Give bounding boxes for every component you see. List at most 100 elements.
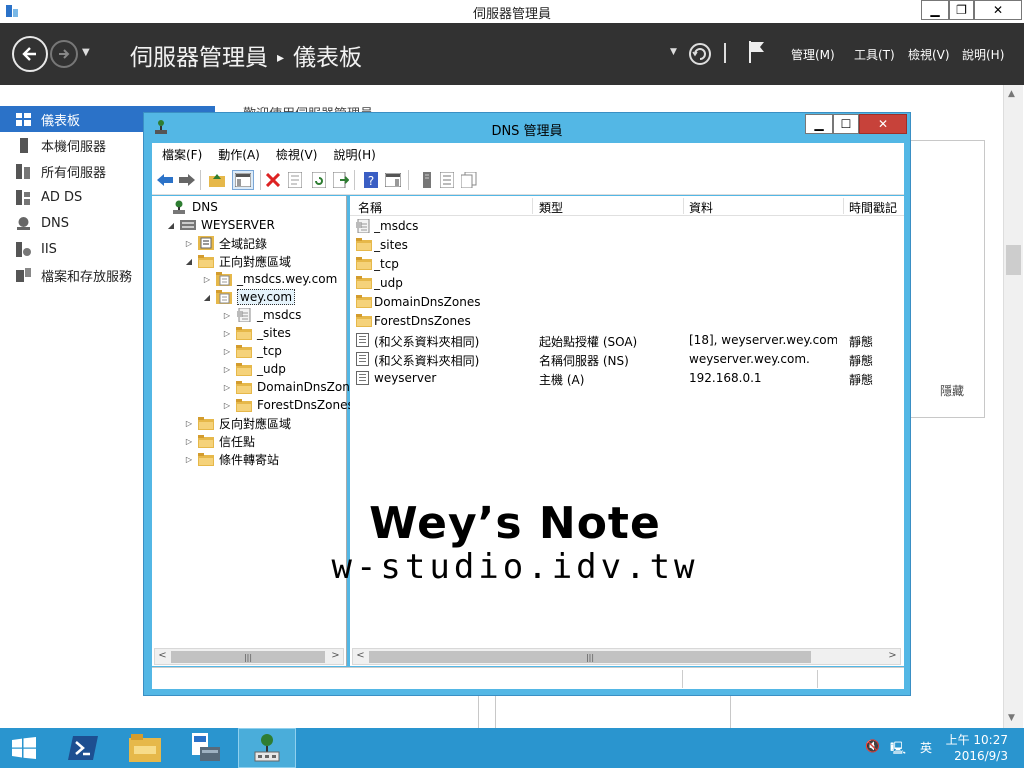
- tree-node[interactable]: ▷ _tcp: [222, 342, 282, 360]
- expand-icon[interactable]: ▷: [222, 365, 232, 374]
- list-view-button[interactable]: [438, 171, 456, 189]
- flag-icon[interactable]: [747, 39, 767, 65]
- taskbar-dns-manager[interactable]: [238, 728, 296, 768]
- expand-icon[interactable]: ▷: [222, 311, 232, 320]
- column-divider[interactable]: [683, 198, 684, 214]
- list-item[interactable]: weyserver 主機 (A) 192.168.0.1 靜態: [350, 369, 904, 388]
- tree-node[interactable]: ▷ _msdcs: [222, 306, 301, 324]
- tree-node[interactable]: ◢ wey.com: [202, 288, 296, 306]
- collapse-icon[interactable]: ◢: [184, 257, 194, 266]
- list-item[interactable]: _udp: [350, 274, 904, 293]
- list-item[interactable]: _msdcs: [350, 217, 904, 236]
- menu-view[interactable]: 檢視(V): [276, 146, 318, 163]
- back-button[interactable]: [156, 171, 174, 189]
- show-hide-console-tree-button[interactable]: [232, 170, 254, 190]
- tree-horizontal-scrollbar[interactable]: < ||| >: [154, 648, 344, 665]
- back-button[interactable]: [12, 36, 48, 72]
- tree-node[interactable]: ▷ 全域記錄: [184, 234, 267, 252]
- notifications-dropdown-icon[interactable]: ▼: [670, 47, 677, 57]
- expand-icon[interactable]: ▷: [222, 401, 232, 410]
- taskbar-file-explorer[interactable]: [116, 728, 174, 768]
- expand-icon[interactable]: ▷: [184, 419, 194, 428]
- column-header-type[interactable]: 類型: [539, 199, 563, 216]
- copy-button[interactable]: [460, 171, 478, 189]
- menu-help[interactable]: 說明(H): [333, 146, 375, 163]
- help-button[interactable]: ?: [362, 171, 380, 189]
- list-item[interactable]: (和父系資料夾相同) 起始點授權 (SOA) [18], weyserver.wey…: [350, 331, 904, 350]
- dns-minimize-button[interactable]: ▁: [805, 114, 833, 134]
- collapse-icon[interactable]: ◢: [166, 221, 176, 230]
- tree-node[interactable]: ▷ ForestDnsZones: [222, 396, 354, 414]
- list-item[interactable]: _sites: [350, 236, 904, 255]
- taskbar-server-manager[interactable]: [177, 728, 235, 768]
- restore-button[interactable]: ❐: [949, 0, 974, 20]
- column-divider[interactable]: [843, 198, 844, 214]
- menu-manage[interactable]: 管理(M): [791, 46, 835, 63]
- properties-button[interactable]: [286, 171, 304, 189]
- expand-icon[interactable]: ▷: [222, 329, 232, 338]
- taskbar-powershell[interactable]: [54, 728, 112, 768]
- server-button[interactable]: [418, 171, 436, 189]
- expand-icon[interactable]: ▷: [184, 239, 194, 248]
- scroll-right-icon[interactable]: >: [885, 650, 900, 661]
- column-divider[interactable]: [532, 198, 533, 214]
- list-horizontal-scrollbar[interactable]: < ||| >: [352, 648, 901, 665]
- tree-node[interactable]: ◢ WEYSERVER: [166, 216, 275, 234]
- column-header-name[interactable]: 名稱: [358, 199, 382, 216]
- menu-action[interactable]: 動作(A): [218, 146, 260, 163]
- tree-node[interactable]: ▷ DomainDnsZones: [222, 378, 364, 396]
- dns-close-button[interactable]: ✕: [859, 114, 907, 134]
- delete-button[interactable]: [264, 171, 282, 189]
- menu-help[interactable]: 說明(H): [962, 46, 1004, 63]
- scroll-left-icon[interactable]: <: [353, 650, 368, 661]
- breadcrumb-root[interactable]: 伺服器管理員: [130, 45, 268, 71]
- expand-icon[interactable]: ▷: [202, 275, 212, 284]
- dns-titlebar[interactable]: DNS 管理員 ▁ ☐ ✕: [144, 113, 910, 143]
- history-dropdown-icon[interactable]: ▼: [82, 47, 90, 58]
- menu-file[interactable]: 檔案(F): [162, 146, 202, 163]
- expand-icon[interactable]: ▷: [184, 455, 194, 464]
- tree-node[interactable]: ▷ _udp: [222, 360, 286, 378]
- expand-icon[interactable]: ▷: [222, 383, 232, 392]
- start-button[interactable]: [0, 728, 48, 768]
- server-manager-scrollbar[interactable]: ▲ ▼: [1003, 85, 1023, 728]
- export-list-button[interactable]: [332, 171, 350, 189]
- scroll-left-icon[interactable]: <: [155, 650, 170, 661]
- scroll-right-icon[interactable]: >: [328, 650, 343, 661]
- scroll-thumb[interactable]: [1006, 245, 1021, 275]
- up-one-level-button[interactable]: [208, 171, 226, 189]
- menu-tools[interactable]: 工具(T): [854, 46, 895, 63]
- input-method-indicator[interactable]: 英: [920, 739, 932, 756]
- list-item[interactable]: (和父系資料夾相同) 名稱伺服器 (NS) weyserver.wey.com. 靜態: [350, 350, 904, 369]
- expand-icon[interactable]: ▷: [184, 437, 194, 446]
- scroll-thumb[interactable]: |||: [171, 651, 325, 663]
- list-item[interactable]: _tcp: [350, 255, 904, 274]
- refresh-icon[interactable]: [688, 42, 712, 66]
- forward-button[interactable]: [50, 40, 78, 68]
- close-button[interactable]: ✕: [974, 0, 1022, 20]
- list-item[interactable]: DomainDnsZones: [350, 293, 904, 312]
- scroll-down-icon[interactable]: ▼: [1008, 713, 1015, 723]
- clock[interactable]: 上午 10:27 2016/9/3: [946, 732, 1008, 764]
- dns-maximize-button[interactable]: ☐: [833, 114, 859, 134]
- expand-icon[interactable]: ▷: [222, 347, 232, 356]
- tree-node[interactable]: ▷ 反向對應區域: [184, 414, 291, 432]
- tree-node[interactable]: DNS: [157, 198, 218, 216]
- column-header-timestamp[interactable]: 時間戳記: [849, 199, 897, 216]
- list-item[interactable]: ForestDnsZones: [350, 312, 904, 331]
- hide-link[interactable]: 隱藏: [940, 382, 964, 399]
- tree-node[interactable]: ▷ _sites: [222, 324, 291, 342]
- show-action-pane-button[interactable]: [384, 171, 402, 189]
- menu-view[interactable]: 檢視(V): [908, 46, 950, 63]
- collapse-icon[interactable]: ◢: [202, 293, 212, 302]
- tree-node[interactable]: ▷ _msdcs.wey.com: [202, 270, 337, 288]
- network-icon[interactable]: 🖳: [890, 739, 906, 760]
- refresh-button[interactable]: [310, 171, 328, 189]
- tree-node[interactable]: ◢ 正向對應區域: [184, 252, 291, 270]
- tree-node[interactable]: ▷ 信任點: [184, 432, 255, 450]
- volume-muted-icon[interactable]: 🔇: [865, 739, 880, 753]
- column-header-data[interactable]: 資料: [689, 199, 713, 216]
- scroll-thumb[interactable]: |||: [369, 651, 811, 663]
- scroll-up-icon[interactable]: ▲: [1008, 89, 1015, 99]
- tree-node[interactable]: ▷ 條件轉寄站: [184, 450, 279, 468]
